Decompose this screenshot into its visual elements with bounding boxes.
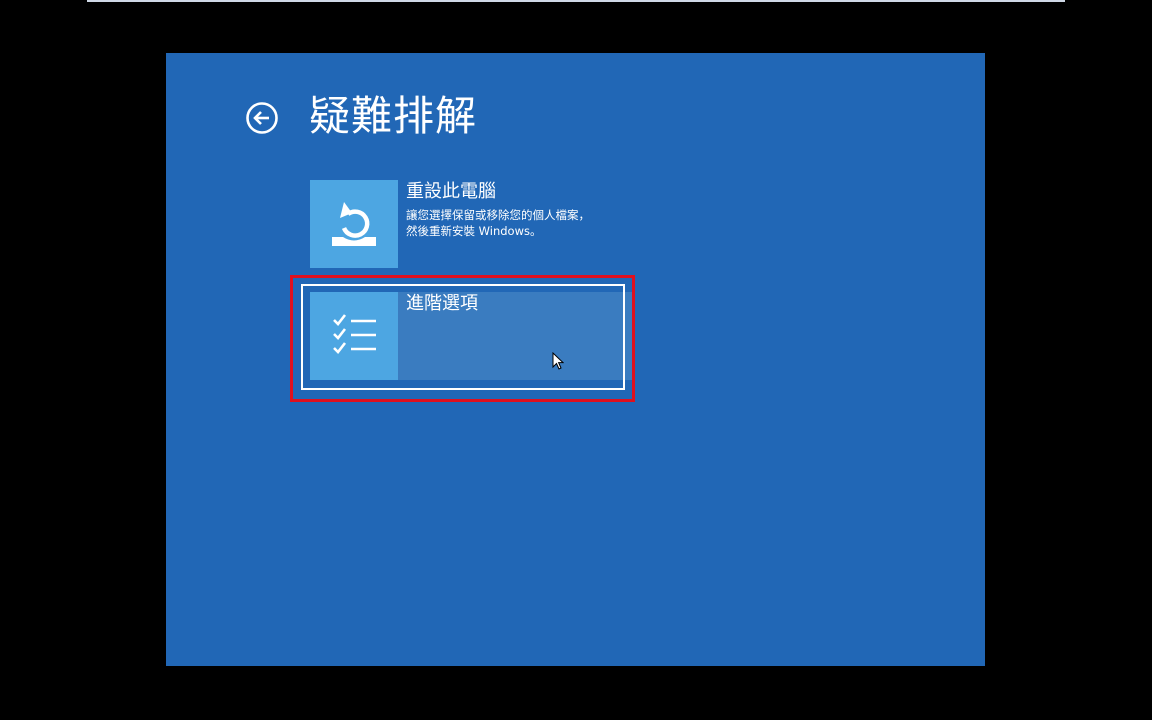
reset-pc-description: 讓您選擇保留或移除您的個人檔案， 然後重新安裝 Windows。 [406, 207, 590, 239]
reset-pc-title: 重設此電腦 [406, 181, 496, 202]
back-button[interactable] [245, 101, 279, 135]
advanced-options-title: 進階選項 [406, 293, 478, 314]
checklist-icon [310, 292, 398, 380]
reset-pc-description-line1: 讓您選擇保留或移除您的個人檔案， [406, 208, 590, 222]
reset-pc-option[interactable]: 重設此電腦 讓您選擇保留或移除您的個人檔案， 然後重新安裝 Windows。 [310, 180, 632, 268]
advanced-options-option[interactable]: 進階選項 [301, 284, 632, 390]
reset-pc-description-line2: 然後重新安裝 Windows。 [406, 224, 542, 238]
top-strip [87, 0, 1065, 2]
back-arrow-icon [245, 101, 279, 135]
page-title: 疑難排解 [309, 92, 477, 140]
recovery-screen: 疑難排解 重設此電腦 讓您選擇保留或移除您的個人檔案， 然後重新安裝 Windo… [166, 53, 985, 666]
mouse-pointer-icon [552, 352, 564, 370]
reset-pc-icon [310, 180, 398, 268]
